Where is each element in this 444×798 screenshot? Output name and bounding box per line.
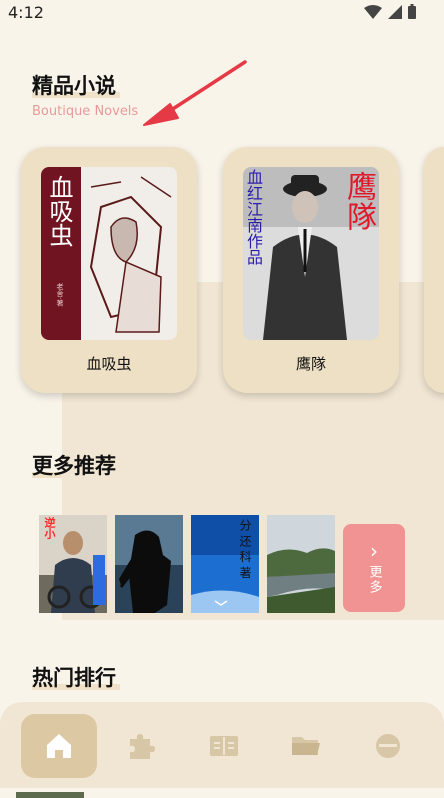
book-cover: 血吸虫 老舍·著	[41, 167, 177, 340]
annotation-arrow	[143, 60, 247, 126]
folder-icon	[292, 737, 320, 755]
novel-card-partial[interactable]	[424, 147, 444, 393]
book-title: 鹰隊	[295, 355, 326, 373]
status-bar: 4:12	[0, 0, 444, 26]
book-cover: 鹰隊 血红江南作品	[243, 167, 379, 340]
status-icons	[364, 4, 416, 19]
featured-title: 精品小说	[32, 70, 120, 100]
cover-overlay-text: 分 还 科 著	[238, 519, 252, 579]
nav-discover[interactable]	[103, 714, 179, 778]
book-cover	[267, 515, 335, 613]
puzzle-icon	[130, 734, 155, 759]
recommend-book[interactable]: 分 还 科 著	[191, 515, 259, 613]
recommend-title: 更多推荐	[32, 450, 120, 480]
cover-title: 血吸虫	[45, 175, 73, 247]
list-item-peek	[16, 792, 84, 798]
nav-bookshelf[interactable]	[186, 714, 262, 778]
chevron-right-icon: ›	[370, 539, 378, 563]
cover-title: 鹰隊	[341, 171, 376, 231]
nav-files[interactable]	[268, 714, 344, 778]
bottom-nav	[0, 702, 444, 788]
more-button-label: 更多	[366, 565, 382, 595]
profile-icon	[376, 734, 400, 758]
novel-card[interactable]: 血吸虫 老舍·著 血吸虫	[21, 147, 197, 393]
book-title: 血吸虫	[86, 355, 132, 373]
recommend-book[interactable]	[267, 515, 335, 613]
book-icon	[210, 736, 238, 756]
status-time: 4:12	[8, 3, 44, 22]
wifi-icon	[364, 4, 382, 19]
recommend-book[interactable]: 逆小	[39, 515, 107, 613]
signal-icon	[388, 4, 402, 19]
home-icon	[47, 734, 71, 758]
novel-card[interactable]: 鹰隊 血红江南作品 鹰隊	[223, 147, 399, 393]
battery-icon	[408, 4, 416, 19]
cover-author: 老舍·著	[56, 283, 64, 307]
recommend-book[interactable]	[115, 515, 183, 613]
nav-profile[interactable]	[350, 714, 426, 778]
hot-title: 热门排行	[32, 662, 120, 692]
more-button[interactable]: › 更多	[343, 524, 405, 612]
nav-home[interactable]	[21, 714, 97, 778]
book-cover	[115, 515, 183, 613]
cover-side-text: 血红江南作品	[244, 169, 263, 265]
featured-subtitle: Boutique Novels	[32, 104, 139, 119]
cover-overlay-text: 逆小	[43, 517, 56, 539]
